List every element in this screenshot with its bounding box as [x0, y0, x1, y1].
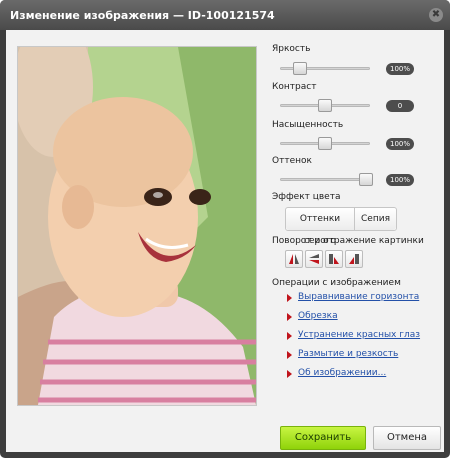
- color-effect-toggle: Оттенки серого Сепия: [285, 207, 397, 246]
- brightness-slider-thumb[interactable]: [293, 62, 308, 75]
- rotate-right-button[interactable]: [345, 250, 363, 268]
- operation-about[interactable]: Об изображении...: [285, 368, 445, 382]
- flip-vertical-icon: [309, 254, 319, 264]
- rotate-flip-buttons: [285, 250, 363, 268]
- hue-slider[interactable]: [280, 173, 374, 186]
- close-button[interactable]: ✖: [429, 8, 443, 22]
- flip-horizontal-button[interactable]: [285, 250, 303, 268]
- flip-horizontal-icon: [289, 254, 299, 264]
- operations-label: Операции с изображением: [272, 278, 401, 288]
- saturation-slider-thumb[interactable]: [318, 137, 332, 150]
- editor-body: Яркость 100% Контраст 0 Насыщенность 100…: [6, 30, 444, 416]
- hue-slider-thumb[interactable]: [359, 173, 374, 186]
- contrast-label: Контраст: [272, 82, 317, 92]
- baby-photo: [18, 47, 256, 405]
- flip-vertical-button[interactable]: [305, 250, 323, 268]
- contrast-slider-thumb[interactable]: [318, 99, 332, 112]
- sepia-button[interactable]: Сепия: [355, 208, 396, 230]
- rotate-flip-label: Поворот и отражение картинки: [272, 236, 424, 246]
- operation-link[interactable]: Выравнивание горизонта: [298, 292, 419, 302]
- contrast-value: 0: [386, 100, 414, 112]
- rotate-left-button[interactable]: [325, 250, 343, 268]
- operation-link[interactable]: Обрезка: [298, 311, 338, 321]
- operation-link[interactable]: Устранение красных глаз: [298, 330, 420, 340]
- contrast-slider[interactable]: [280, 99, 370, 112]
- save-button[interactable]: Сохранить: [280, 426, 366, 450]
- rotate-right-icon: [349, 254, 359, 264]
- arrow-right-icon: [287, 370, 292, 378]
- titlebar: Изменение изображения — ID-100121574 ✖: [0, 0, 450, 30]
- adjustment-panel: Яркость 100% Контраст 0 Насыщенность 100…: [272, 30, 444, 416]
- operation-crop[interactable]: Обрезка: [285, 311, 445, 325]
- brightness-label: Яркость: [272, 44, 311, 54]
- operation-horizon[interactable]: Выравнивание горизонта: [285, 292, 445, 306]
- arrow-right-icon: [287, 332, 292, 340]
- color-effect-label: Эффект цвета: [272, 192, 341, 202]
- grayscale-button[interactable]: Оттенки серого: [286, 208, 355, 246]
- hue-label: Оттенок: [272, 156, 312, 166]
- image-preview: [17, 46, 257, 406]
- saturation-value: 100%: [386, 138, 414, 150]
- brightness-value: 100%: [386, 63, 414, 75]
- operation-link[interactable]: Об изображении...: [298, 368, 386, 378]
- arrow-right-icon: [287, 313, 292, 321]
- arrow-right-icon: [287, 351, 292, 359]
- dialog-footer: Сохранить Отмена: [6, 416, 444, 452]
- operation-red-eye[interactable]: Устранение красных глаз: [285, 330, 445, 344]
- operation-blur-sharpen[interactable]: Размытие и резкость: [285, 349, 445, 363]
- hue-value: 100%: [386, 174, 414, 186]
- cancel-button[interactable]: Отмена: [373, 426, 441, 450]
- image-editor-dialog: Изменение изображения — ID-100121574 ✖ Я…: [0, 0, 450, 458]
- rotate-left-icon: [329, 254, 339, 264]
- dialog-title: Изменение изображения — ID-100121574: [10, 9, 275, 22]
- brightness-slider[interactable]: [280, 62, 370, 75]
- saturation-slider[interactable]: [280, 137, 370, 150]
- saturation-label: Насыщенность: [272, 120, 344, 130]
- operation-link[interactable]: Размытие и резкость: [298, 349, 398, 359]
- arrow-right-icon: [287, 294, 292, 302]
